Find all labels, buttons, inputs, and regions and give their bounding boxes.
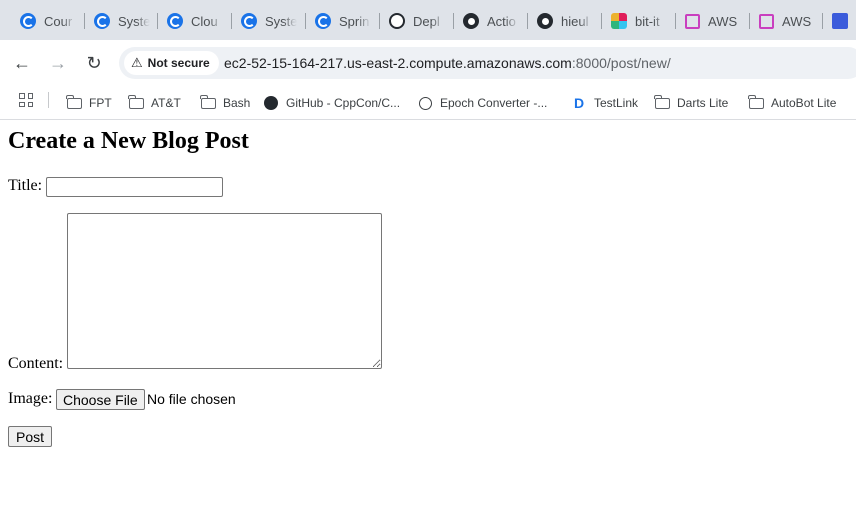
bookmark-epoch-converter[interactable]: Epoch Converter -... [417,93,547,113]
url-path: :8000/post/new/ [571,55,671,71]
address-bar[interactable]: ⚠ Not secure ec2-52-15-164-217.us-east-2… [119,47,856,79]
post-button[interactable]: Post [8,426,53,447]
arrow-left-icon: ← [13,52,31,73]
security-label: Not secure [147,56,210,70]
forward-button[interactable]: → [45,50,71,76]
reload-button[interactable]: ↻ [81,50,107,76]
bookmark-label: AutoBot Lite [771,96,837,110]
bookmark-label: AT&T [151,96,181,110]
coursera-icon [20,13,36,29]
bookmark-autobot-lite[interactable]: AutoBot Lite [747,93,837,113]
bookmark-label: Bash [223,96,251,110]
title-input[interactable] [46,177,223,197]
bookmark-label: Darts Lite [677,96,729,110]
choose-file-button[interactable]: Choose File [56,389,145,410]
clock-icon [417,96,433,110]
tab-github-deploy[interactable]: Depl [389,7,445,35]
bookmark-testlink[interactable]: D TestLink [571,93,638,113]
folder-icon [653,94,670,110]
tab-github-actions[interactable]: Actio [463,7,519,35]
coursera-icon [94,13,110,29]
back-button[interactable]: ← [9,50,35,76]
bookmark-github-cppcon[interactable]: GitHub - CppCon/C... [263,93,400,113]
tab-coursera-2[interactable]: Syste [94,7,150,35]
tab-aws-2[interactable]: AWS [759,7,815,35]
browser-toolbar: ← → ↻ ⚠ Not secure ec2-52-15-164-217.us-… [0,40,856,86]
folder-icon [199,94,216,110]
coursera-icon [315,13,331,29]
testlink-icon: D [573,95,585,111]
tab-label: AWS [708,13,738,29]
github-icon [537,13,553,29]
tab-aws-1[interactable]: AWS [685,7,741,35]
security-chip[interactable]: ⚠ Not secure [124,51,219,75]
tab-github-hieu[interactable]: hieul [537,7,593,35]
page-content: Create a New Blog Post Title: Content: I… [0,121,856,509]
aws-cube-icon [759,13,774,29]
tab-slack[interactable]: bit-it [611,7,667,35]
bookmark-label: Epoch Converter -... [440,96,548,110]
folder-icon [747,94,764,110]
apps-grid-icon[interactable] [19,93,33,107]
tab-coursera-3[interactable]: Clou [167,7,223,35]
content-label: Content: [8,355,64,372]
bookmark-bash[interactable]: Bash [199,93,251,113]
slack-icon [611,13,627,29]
aws-cube-icon [685,13,700,29]
tab-app[interactable] [832,7,854,35]
folder-icon [127,94,144,110]
bookmark-darts-lite[interactable]: Darts Lite [653,93,729,113]
url-host: ec2-52-15-164-217.us-east-2.compute.amaz… [224,55,572,71]
tab-strip: Cour Syste Clou Syste Sprin Depl Actio h… [0,0,856,40]
tab-coursera-5[interactable]: Sprin [315,7,371,35]
tab-coursera-1[interactable]: Cour [20,7,76,35]
file-status-text: No file chosen [147,391,236,407]
bookmark-label: FPT [89,96,112,110]
github-icon [463,13,479,29]
title-label: Title: [8,177,43,194]
tab-coursera-4[interactable]: Syste [241,7,297,35]
coursera-icon [241,13,257,29]
url-text[interactable]: ec2-52-15-164-217.us-east-2.compute.amaz… [224,55,671,71]
warning-triangle-icon: ⚠ [131,55,143,70]
github-icon [263,96,279,110]
bookmark-label: GitHub - CppCon/C... [286,96,401,110]
arrow-right-icon: → [49,52,67,73]
page-title: Create a New Blog Post [8,128,249,154]
app-icon [832,13,848,29]
bookmark-label: TestLink [594,96,639,110]
bookmark-att[interactable]: AT&T [127,93,181,113]
tab-label: AWS [782,13,812,29]
content-textarea[interactable] [67,213,382,369]
image-label: Image: [8,390,53,407]
github-deploy-icon [389,13,405,29]
coursera-icon [167,13,183,29]
bookmark-fpt[interactable]: FPT [65,93,112,113]
reload-icon: ↻ [86,52,102,73]
folder-icon [65,94,82,110]
